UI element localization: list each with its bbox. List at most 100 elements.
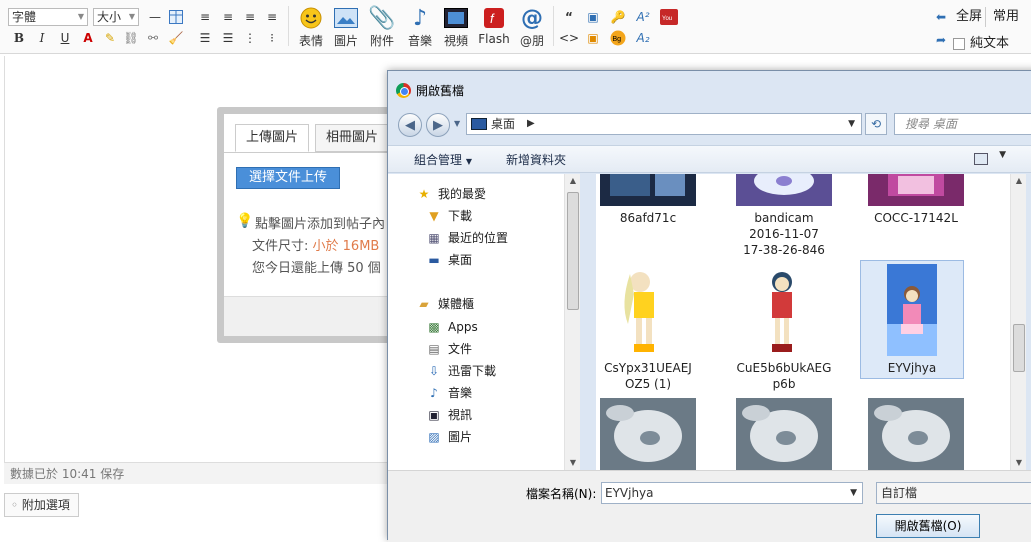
choose-file-button[interactable]: 選擇文件上传 (236, 167, 341, 189)
file-item[interactable] (596, 398, 700, 470)
flash-button[interactable]: f Flash (474, 6, 514, 52)
address-path: 桌面 (491, 117, 516, 131)
key-icon[interactable]: 🔑 (609, 8, 627, 26)
address-bar[interactable]: 桌面 ▶ ▼ (466, 113, 862, 135)
common-button[interactable]: 常用 (990, 7, 1022, 27)
table-icon[interactable] (167, 8, 185, 26)
horizontal-rule-icon[interactable]: — (146, 8, 164, 26)
filename-input[interactable]: EYVjhya ▼ (601, 482, 863, 504)
forward-button[interactable]: ▶ (426, 113, 450, 137)
align-right-icon[interactable]: ≡ (241, 8, 259, 26)
underline-button[interactable]: U (56, 29, 74, 47)
organize-button[interactable]: 組合管理 ▼ (414, 151, 472, 168)
breadcrumb-arrow-icon[interactable]: ▶ (527, 114, 535, 134)
scroll-down-icon[interactable]: ▼ (1011, 456, 1027, 470)
emoji-button[interactable]: 表情 (291, 6, 331, 52)
justify-icon[interactable]: ≡ (263, 8, 281, 26)
mention-button[interactable]: @ @朋 (512, 6, 552, 52)
flash-label: Flash (478, 32, 510, 46)
tab-upload-image[interactable]: 上傳圖片 (235, 124, 310, 152)
nav-recent[interactable]: ▦ 最近的位置 (426, 229, 508, 247)
video-button[interactable]: 視頻 (436, 6, 476, 52)
file-item[interactable]: CuE5b6bUkAEG p6b (732, 264, 836, 392)
code-icon[interactable]: ▣ (584, 8, 602, 26)
file-scrollbar[interactable]: ▲ ▼ (1010, 174, 1026, 470)
nav-thunder-downloads[interactable]: ⇩ 迅雷下載 (426, 362, 496, 380)
search-input[interactable]: 搜尋 桌面 (894, 113, 1031, 135)
source-code-icon[interactable]: <> (559, 29, 579, 47)
video-label: 視頻 (443, 34, 468, 48)
file-item[interactable]: bandicam 2016-11-07 17-38-26-846 (732, 174, 836, 258)
nav-scrollbar[interactable]: ▲ ▼ (564, 174, 580, 470)
file-item[interactable]: COCC-17142L (864, 174, 968, 226)
nav-music[interactable]: ♪ 音樂 (426, 384, 472, 402)
box-icon[interactable]: ▣ (584, 29, 602, 47)
smiley-icon (298, 6, 324, 30)
tab-album-image[interactable]: 相冊圖片 (315, 124, 390, 152)
extra-options-label: 附加選項 (21, 498, 70, 512)
new-folder-button[interactable]: 新增資料夾 (506, 151, 566, 168)
music-note-icon: ♪ (430, 386, 438, 400)
undo-arrow-icon[interactable]: ⬅ (932, 8, 950, 26)
outdent-icon[interactable]: ☰ (219, 29, 237, 47)
refresh-button[interactable]: ⟲ (865, 113, 887, 135)
youtube-icon[interactable]: You (660, 8, 678, 26)
clear-format-icon[interactable]: 🧹 (167, 29, 185, 47)
nav-pictures[interactable]: ▨ 圖片 (426, 428, 472, 446)
chevron-down-icon[interactable]: ▼ (848, 114, 855, 134)
nav-videos[interactable]: ▣ 視訊 (426, 406, 472, 424)
align-center-icon[interactable]: ≡ (219, 8, 237, 26)
bold-button[interactable]: B (10, 29, 28, 47)
view-mode-icon[interactable] (974, 153, 988, 165)
open-button[interactable]: 開啟舊檔(O) (876, 514, 980, 538)
scroll-down-icon[interactable]: ▼ (565, 456, 581, 470)
file-item[interactable] (864, 398, 968, 470)
scroll-up-icon[interactable]: ▲ (565, 174, 581, 188)
link-icon[interactable]: ⛓ (122, 29, 140, 47)
bg-icon[interactable]: Bg (609, 29, 627, 47)
nav-favorites[interactable]: ★ 我的最愛 (416, 185, 486, 203)
align-left-icon[interactable]: ≡ (196, 8, 214, 26)
image-button[interactable]: 圖片 (326, 6, 366, 52)
redo-arrow-icon[interactable]: ➦ (932, 31, 950, 49)
attachment-button[interactable]: 📎 附件 (362, 6, 402, 52)
file-item[interactable] (732, 398, 836, 470)
file-item[interactable]: CsYpx31UEAEJ OZ5 (1) (596, 264, 700, 392)
highlight-icon[interactable]: ✎ (101, 29, 119, 47)
back-button[interactable]: ◀ (398, 113, 422, 137)
font-family-select[interactable]: 字體 ▼ (8, 8, 88, 26)
plaintext-label: 純文本 (970, 36, 1010, 51)
music-button[interactable]: ♪ 音樂 (400, 6, 440, 52)
chevron-down-icon[interactable]: ▼ (999, 150, 1006, 160)
unlink-icon[interactable]: ⚯ (144, 29, 162, 47)
fullscreen-button[interactable]: 全屏 (953, 7, 987, 27)
subscript-icon[interactable]: A₂ (634, 29, 652, 47)
italic-button[interactable]: I (33, 29, 51, 47)
nav-apps[interactable]: ▩ Apps (426, 318, 478, 336)
scroll-thumb[interactable] (567, 192, 579, 310)
filetype-select[interactable]: 自訂檔 (876, 482, 1031, 504)
font-color-icon[interactable]: A (79, 29, 97, 47)
file-item[interactable]: EYVjhya (860, 260, 964, 379)
music-label: 音樂 (407, 34, 432, 48)
file-item[interactable]: 86afd71c (596, 174, 700, 226)
editor-toolbar: 字體 ▼ 大小 ▼ — B I U A ✎ ⛓ ⚯ 🧹 ≡ ≡ ≡ ≡ ☰ ☰ … (0, 0, 1031, 54)
nav-documents[interactable]: ▤ 文件 (426, 340, 472, 358)
unordered-list-icon[interactable]: ⁝ (263, 29, 281, 47)
plaintext-checkbox[interactable] (953, 38, 965, 50)
nav-label: Apps (448, 320, 478, 334)
chevron-down-icon[interactable]: ▼ (850, 483, 857, 503)
superscript-icon[interactable]: A² (634, 8, 652, 26)
indent-icon[interactable]: ☰ (196, 29, 214, 47)
nav-libraries[interactable]: ▰ 媒體櫃 (416, 295, 474, 313)
nav-desktop[interactable]: ▬ 桌面 (426, 251, 472, 269)
history-dropdown-icon[interactable]: ▼ (454, 119, 460, 128)
quote-icon[interactable]: “ (560, 8, 578, 26)
extra-options-button[interactable]: ◦ 附加選項 (4, 493, 79, 517)
command-bar: 組合管理 ▼ 新增資料夾 ▼ (388, 145, 1031, 173)
font-size-select[interactable]: 大小 ▼ (93, 8, 139, 26)
nav-downloads[interactable]: ▼ 下載 (426, 207, 472, 225)
ordered-list-icon[interactable]: ⋮ (241, 29, 259, 47)
scroll-up-icon[interactable]: ▲ (1011, 174, 1027, 188)
scroll-thumb[interactable] (1013, 324, 1025, 372)
